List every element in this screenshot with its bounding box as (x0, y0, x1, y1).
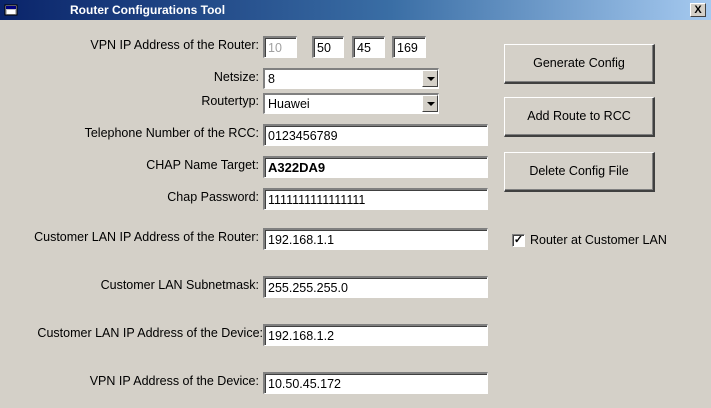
add-route-button[interactable]: Add Route to RCC (504, 97, 655, 137)
telephone-field[interactable]: 0123456789 (263, 124, 488, 146)
label-routertyp: Routertyp: (201, 94, 259, 108)
lan-ip-device-field[interactable]: 192.168.1.2 (263, 324, 488, 346)
label-lan-subnet: Customer LAN Subnetmask: (100, 278, 259, 292)
window-title: Router Configurations Tool (70, 3, 226, 17)
routertyp-value: Huawei (268, 97, 310, 111)
chap-name-field[interactable]: A322DA9 (263, 156, 488, 178)
vpn-router-octet-4[interactable]: 169 (392, 36, 426, 58)
label-lan-ip-router: Customer LAN IP Address of the Router: (34, 230, 259, 244)
chevron-down-icon (427, 77, 435, 81)
app-icon (4, 4, 18, 16)
label-chap-name: CHAP Name Target: (146, 158, 259, 172)
lan-subnet-field[interactable]: 255.255.255.0 (263, 276, 488, 298)
vpn-device-field[interactable]: 10.50.45.172 (263, 372, 488, 394)
router-at-customer-lan-checkbox[interactable]: ✓ (512, 234, 525, 247)
title-bar: Router Configurations Tool X (0, 0, 711, 20)
generate-config-button[interactable]: Generate Config (504, 44, 655, 84)
lan-ip-router-field[interactable]: 192.168.1.1 (263, 228, 488, 250)
netsize-select[interactable]: 8 (263, 68, 439, 89)
label-vpn-router: VPN IP Address of the Router: (90, 38, 259, 52)
label-vpn-device: VPN IP Address of the Device: (89, 374, 259, 388)
label-netsize: Netsize: (213, 70, 259, 84)
router-at-customer-lan-label[interactable]: Router at Customer LAN (530, 233, 667, 247)
label-lan-ip-device: Customer LAN IP Address of the Device: (37, 326, 263, 340)
vpn-router-octet-3[interactable]: 45 (352, 36, 385, 58)
routertyp-dropdown-button[interactable] (422, 95, 438, 112)
vpn-router-octet-1[interactable]: 10 (263, 36, 297, 58)
routertyp-select[interactable]: Huawei (263, 93, 439, 114)
label-telephone: Telephone Number of the RCC: (84, 126, 259, 140)
check-icon: ✓ (513, 234, 524, 246)
chevron-down-icon (427, 102, 435, 106)
label-chap-password: Chap Password: (167, 190, 259, 204)
close-button[interactable]: X (690, 3, 706, 17)
vpn-router-octet-2[interactable]: 50 (312, 36, 344, 58)
delete-config-button[interactable]: Delete Config File (504, 152, 655, 192)
close-icon: X (694, 4, 702, 16)
app-window: Router Configurations Tool X VPN IP Addr… (0, 0, 711, 408)
netsize-value: 8 (268, 72, 275, 86)
netsize-dropdown-button[interactable] (422, 70, 438, 87)
chap-password-field[interactable]: 1111111111111111 (263, 188, 488, 210)
